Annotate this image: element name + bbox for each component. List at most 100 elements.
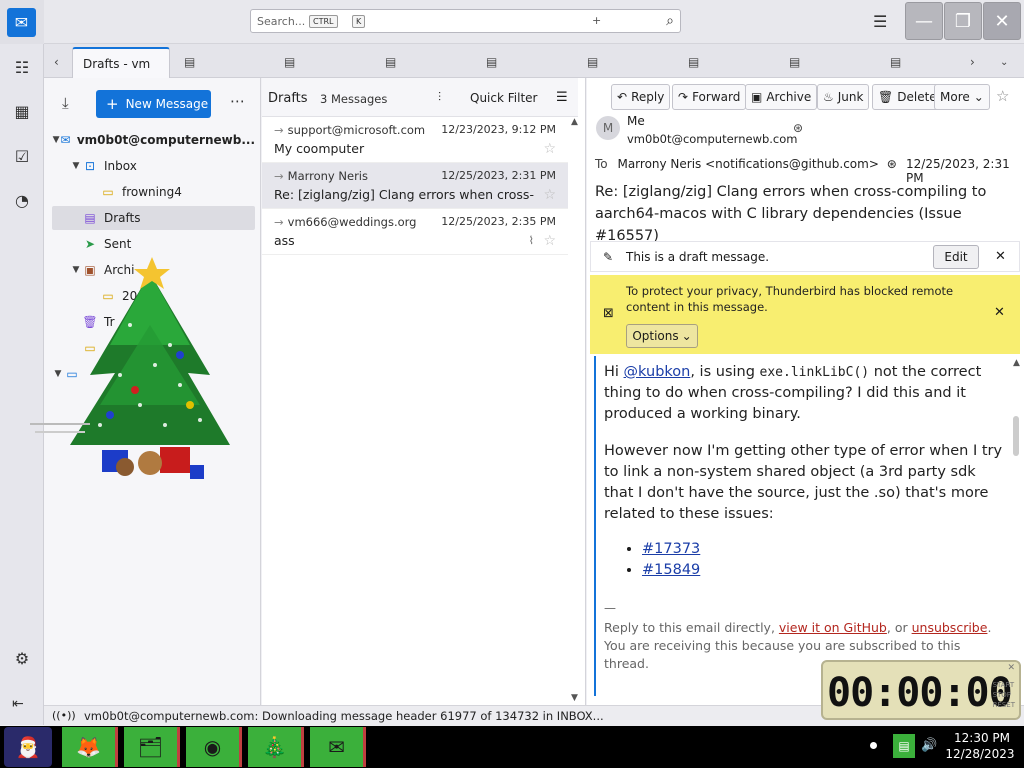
new-message-button[interactable]: + New Message (96, 90, 211, 118)
from-address[interactable]: vm0b0t@computernewb.com (627, 132, 798, 146)
folder-archives[interactable]: ▼ ▣ Archi (70, 258, 255, 282)
tab-drafts[interactable]: Drafts - vm (72, 47, 170, 78)
folder-frowning4[interactable]: ▭ frowning4 (100, 180, 255, 204)
tab-icon[interactable]: ▤ (385, 55, 396, 69)
folder-label: Tr (104, 315, 115, 329)
more-button[interactable]: More ⌄ (934, 84, 990, 110)
more-label: More (940, 90, 970, 104)
folder-title: Drafts (268, 91, 308, 106)
app-menu-icon[interactable]: ☰ (873, 12, 887, 31)
chrome-icon[interactable]: ◉ (186, 727, 242, 767)
chat-icon[interactable]: ◔ (11, 191, 33, 210)
options-label: Options (632, 329, 679, 343)
reply-icon: ↶ (617, 90, 628, 104)
issue-list: #17373 #15849 (642, 539, 1008, 581)
star-icon[interactable]: ☆ (543, 141, 556, 157)
christmas-tree-app-icon[interactable]: 🎄 (248, 727, 304, 767)
body-text: , is using (690, 364, 760, 380)
all-tabs-icon[interactable]: ⌄ (1000, 57, 1008, 68)
github-link[interactable]: view it on GitHub (779, 620, 887, 635)
issue-link[interactable]: #15849 (642, 562, 700, 578)
tab-icon[interactable]: ▤ (789, 55, 800, 69)
draft-text: This is a draft message. (626, 250, 770, 264)
folder-drafts[interactable]: ▤ Drafts (52, 206, 255, 230)
volume-icon[interactable]: 🔊 (921, 738, 937, 753)
message-row[interactable]: → support@microsoft.com 12/23/2023, 9:12 … (262, 117, 568, 163)
timer-start[interactable]: START (993, 680, 1015, 690)
get-messages-icon[interactable]: ⤓ (62, 94, 69, 112)
folder-partial[interactable]: ▼ ▭ (52, 362, 255, 386)
thunderbird-icon[interactable]: ✉ (310, 727, 366, 767)
mail-icon[interactable]: ✉ (7, 8, 36, 37)
tab-icon[interactable]: ▤ (486, 55, 497, 69)
calendar-icon[interactable]: ▦ (11, 102, 33, 121)
contact-icon[interactable]: ⊛ (793, 121, 803, 135)
settings-icon[interactable]: ⚙ (11, 649, 33, 668)
junk-button[interactable]: ♨ Junk (817, 84, 870, 110)
tab-icon[interactable]: ▤ (184, 55, 195, 69)
close-button[interactable]: ✕ (983, 2, 1021, 40)
contact-icon[interactable]: ⊛ (887, 157, 897, 171)
options-button[interactable]: Options ⌄ (626, 324, 698, 348)
quick-filter-icon[interactable]: ⫶ (438, 90, 441, 105)
close-icon[interactable]: ✕ (995, 249, 1006, 264)
search-input[interactable]: Search... CTRL + K ⌕ (250, 9, 681, 33)
folder-sent[interactable]: ➤ Sent (52, 232, 255, 256)
forward-icon: ↷ (678, 90, 689, 104)
timer-widget[interactable]: ✕ 00:00:00 START STOP RESET (821, 660, 1021, 720)
message-row[interactable]: → Marrony Neris 12/25/2023, 2:31 PM Re: [… (262, 163, 568, 209)
search-icon[interactable]: ⌕ (666, 13, 674, 29)
account-label: vm0b0t@computernewb... (76, 133, 255, 147)
from-name: Me (627, 114, 645, 128)
tab-icon[interactable]: ▤ (890, 55, 901, 69)
folder-trash[interactable]: 🗑 Tr (52, 310, 255, 334)
close-icon[interactable]: ✕ (994, 305, 1005, 320)
plus-sign: + (592, 14, 602, 27)
issue-link[interactable]: #17373 (642, 541, 700, 557)
firefox-icon[interactable]: 🦊 (62, 727, 118, 767)
tab-icon[interactable]: ▤ (587, 55, 598, 69)
display-options-icon[interactable]: ☰ (556, 90, 568, 105)
clock-date[interactable]: 12/28/2023 (944, 747, 1016, 761)
edit-button[interactable]: Edit (933, 245, 979, 269)
reply-label: Reply (631, 90, 665, 104)
clock-time[interactable]: 12:30 PM (954, 731, 1010, 745)
scroll-tabs-right-icon[interactable]: › (970, 55, 975, 69)
tab-icon[interactable]: ▤ (688, 55, 699, 69)
delete-label: Delete (897, 90, 937, 104)
scroll-tabs-left-icon[interactable]: ‹ (54, 55, 59, 69)
tasks-icon[interactable]: ☑ (11, 147, 33, 166)
archive-button[interactable]: ▣ Archive (745, 84, 818, 110)
new-message-label: New Message (125, 97, 209, 111)
network-icon[interactable]: ▤ (893, 734, 915, 758)
star-icon[interactable]: ☆ (543, 233, 556, 249)
to-recipient[interactable]: Marrony Neris <notifications@github.com> (617, 157, 878, 171)
start-button[interactable]: 🎅 (4, 727, 52, 767)
quick-filter-button[interactable]: Quick Filter (470, 91, 537, 105)
star-icon[interactable]: ☆ (996, 87, 1009, 105)
folder-archive-year[interactable]: ▭ 20 (100, 284, 255, 308)
maximize-button[interactable]: ❐ (944, 2, 982, 40)
reply-button[interactable]: ↶ Reply (611, 84, 671, 110)
mention-link[interactable]: @kubkon (624, 364, 691, 380)
unsubscribe-link[interactable]: unsubscribe (912, 620, 988, 635)
star-icon[interactable]: ☆ (543, 187, 556, 203)
folder-partial[interactable]: ▭ (52, 336, 255, 360)
collapse-icon[interactable]: ⇤ (12, 696, 24, 712)
more-options-icon[interactable]: ⋯ (230, 92, 245, 110)
reading-scrollbar[interactable]: ▲ (1010, 356, 1024, 705)
minimize-button[interactable]: — (905, 2, 943, 40)
timer-stop[interactable]: STOP (993, 690, 1015, 700)
message-date: 12/25/2023, 2:35 PM (441, 215, 556, 228)
folder-label: 20 (122, 289, 138, 303)
tab-icon[interactable]: ▤ (284, 55, 295, 69)
message-row[interactable]: → vm666@weddings.org 12/25/2023, 2:35 PM … (262, 209, 568, 255)
timer-reset[interactable]: RESET (993, 700, 1015, 710)
file-explorer-icon[interactable]: 🗂 (124, 727, 180, 767)
address-book-icon[interactable]: ☷ (11, 58, 33, 77)
account-row[interactable]: ▼ ✉ vm0b0t@computernewb... (52, 128, 255, 152)
forward-button[interactable]: ↷ Forward (672, 84, 747, 110)
message-list-scrollbar[interactable]: ▲ ▼ (568, 117, 582, 705)
folder-inbox[interactable]: ▼ ⊡ Inbox (70, 154, 255, 178)
delete-button[interactable]: 🗑 Delete (872, 84, 943, 110)
